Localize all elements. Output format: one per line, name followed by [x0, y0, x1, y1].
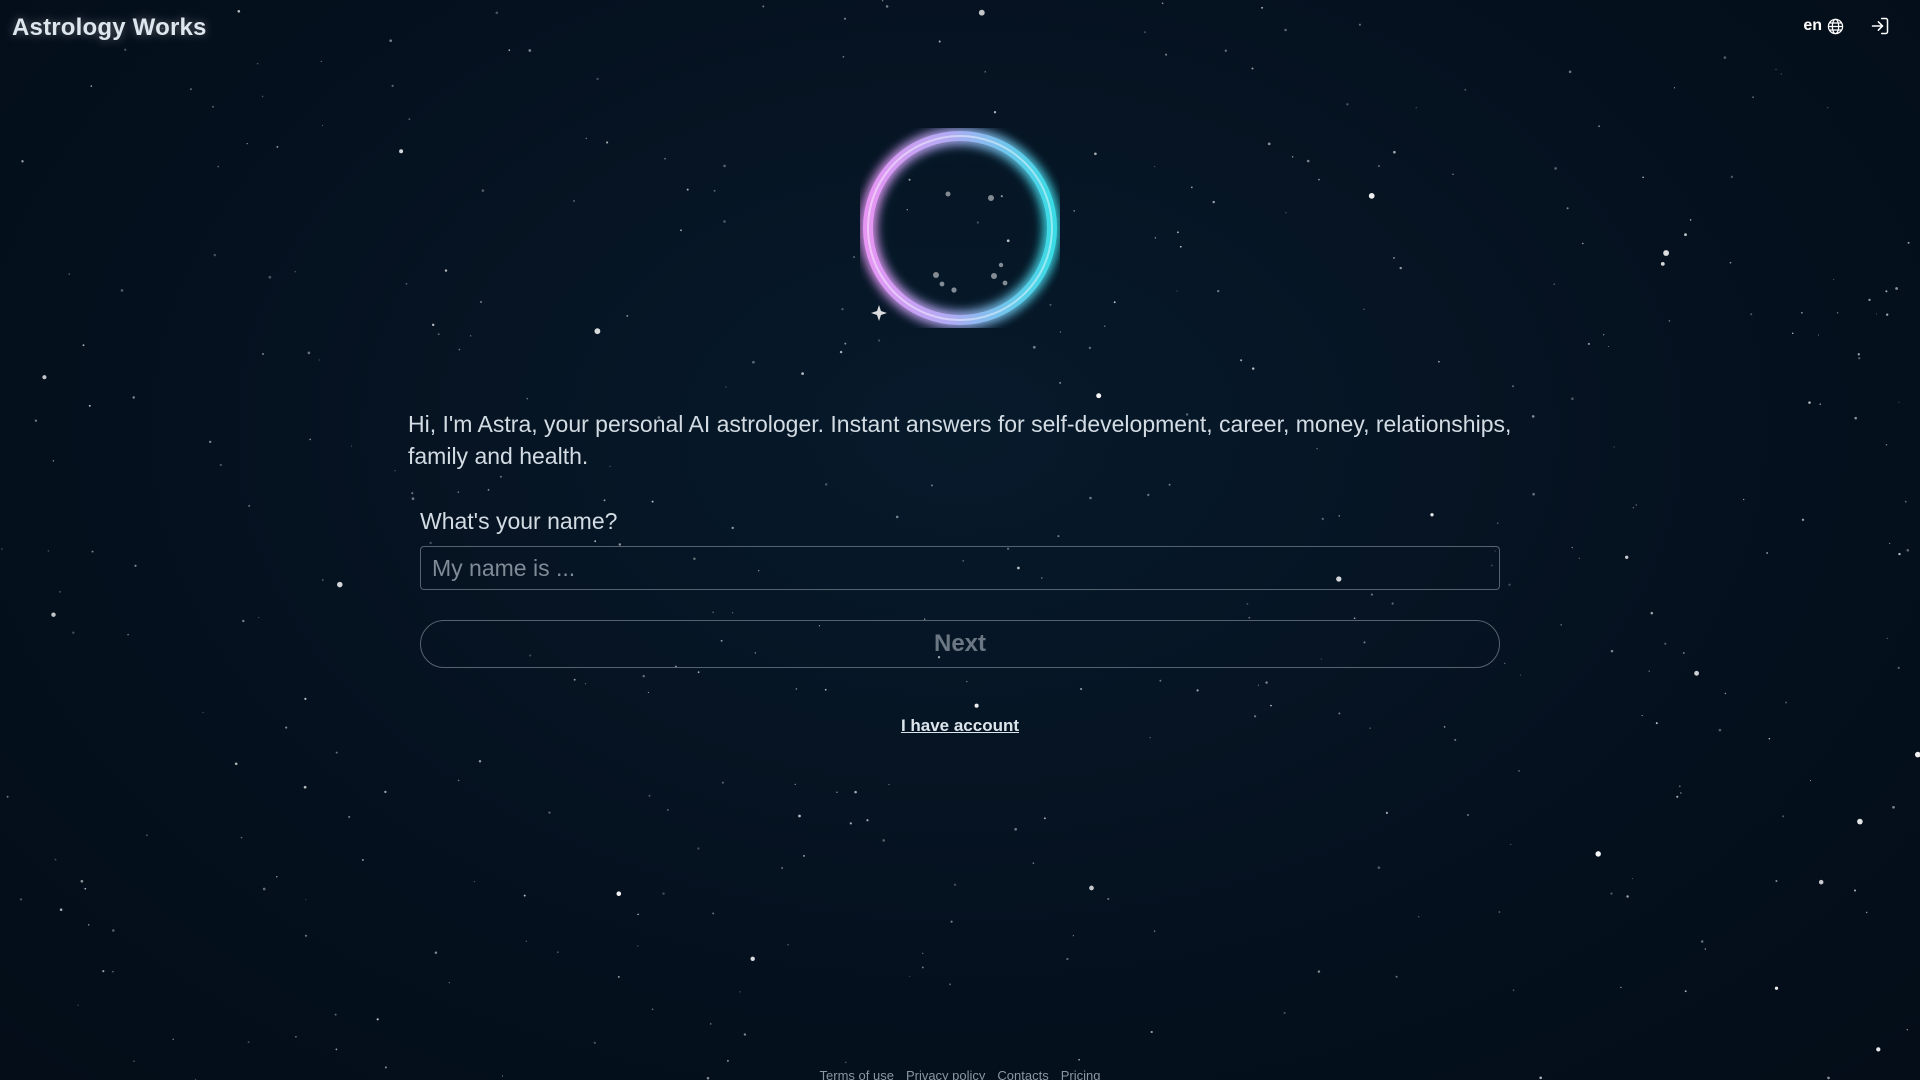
language-selector[interactable]: en — [1803, 17, 1844, 35]
login-icon[interactable] — [1870, 16, 1890, 36]
name-input[interactable] — [420, 546, 1500, 590]
language-code: en — [1803, 17, 1822, 34]
footer-link-pricing[interactable]: Pricing — [1061, 1068, 1101, 1080]
globe-icon — [1827, 18, 1844, 35]
page: Astrology Works en Hi, I'm Astra, your p… — [0, 0, 1920, 1080]
brand-logo[interactable]: Astrology Works — [12, 14, 207, 42]
astra-orb-icon — [863, 131, 1057, 325]
name-label: What's your name? — [420, 508, 618, 534]
header-actions: en — [1803, 16, 1890, 36]
next-button[interactable]: Next — [420, 620, 1500, 668]
account-link-wrapper: I have account — [0, 716, 1920, 736]
have-account-link[interactable]: I have account — [901, 716, 1019, 735]
footer-link-terms[interactable]: Terms of use — [820, 1068, 894, 1080]
footer-link-contacts[interactable]: Contacts — [997, 1068, 1048, 1080]
footer-link-privacy[interactable]: Privacy policy — [906, 1068, 985, 1080]
footer: Terms of use Privacy policy Contacts Pri… — [0, 1068, 1920, 1080]
intro-text: Hi, I'm Astra, your personal AI astrolog… — [408, 411, 1512, 469]
